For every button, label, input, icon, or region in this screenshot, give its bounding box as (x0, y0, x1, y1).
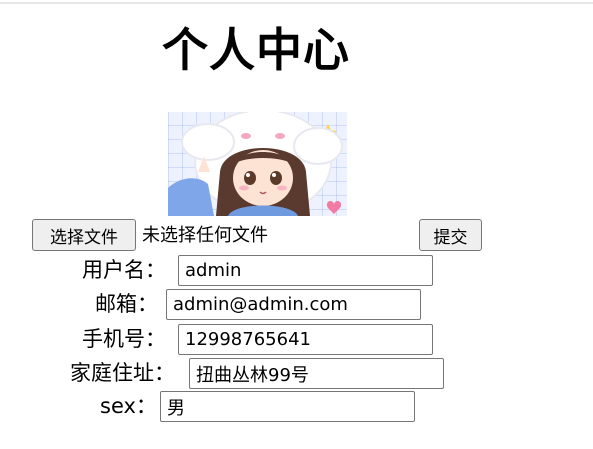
address-label: 家庭住址： (70, 361, 175, 385)
avatar-illustration (168, 112, 343, 216)
phone-field[interactable] (178, 324, 433, 355)
sex-field[interactable] (160, 391, 415, 422)
file-status-text: 未选择任何文件 (142, 225, 268, 246)
page-title: 个人中心 (162, 23, 350, 77)
sex-label: sex： (100, 394, 157, 418)
username-label: 用户名： (82, 258, 166, 282)
email-field[interactable] (166, 289, 421, 320)
avatar (168, 112, 347, 216)
top-divider (0, 2, 593, 4)
choose-file-button[interactable]: 选择文件 (32, 219, 136, 251)
address-field[interactable] (189, 358, 444, 389)
email-label: 邮箱： (95, 292, 158, 316)
submit-button[interactable]: 提交 (419, 219, 482, 251)
phone-label: 手机号： (82, 327, 166, 351)
username-field[interactable] (178, 255, 433, 286)
